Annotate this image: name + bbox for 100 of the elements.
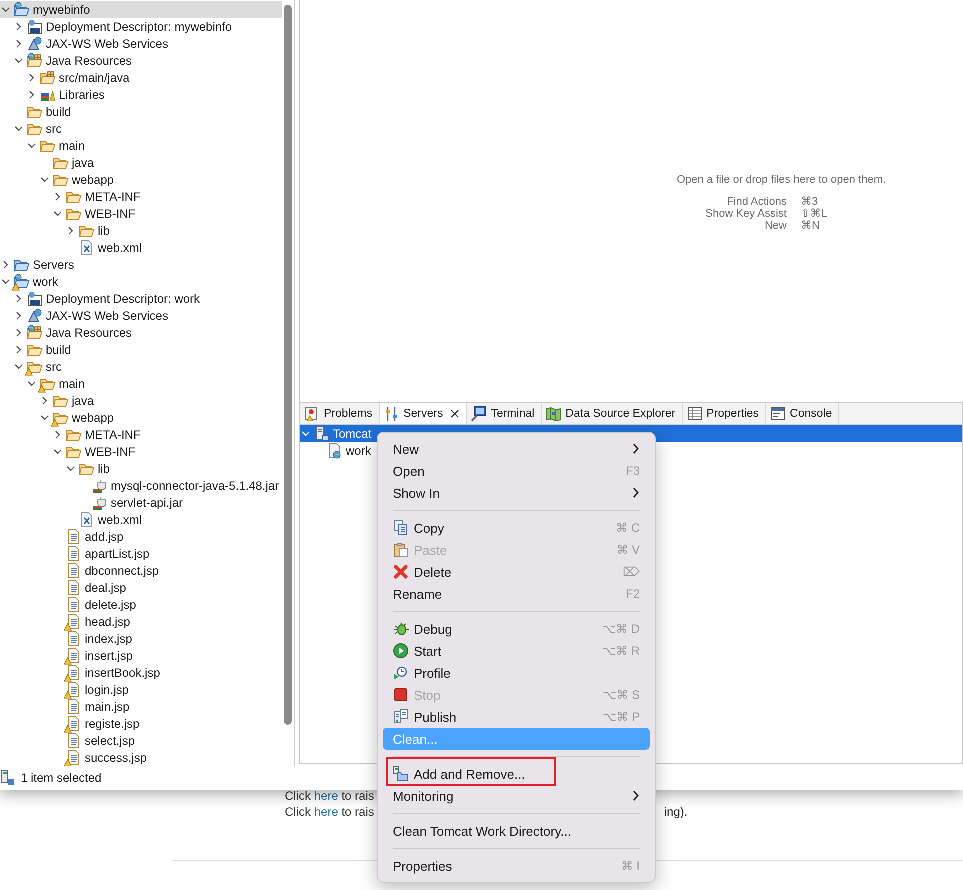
tree-item[interactable]: main: [0, 137, 282, 154]
item-label: dbconnect.jsp: [85, 564, 160, 578]
chevron-icon[interactable]: [14, 310, 24, 320]
menu-item[interactable]: New: [383, 438, 650, 460]
tree-item[interactable]: lib: [0, 460, 282, 477]
publish-icon: [393, 709, 409, 725]
tree-item[interactable]: Java Resources: [0, 324, 282, 341]
here-link[interactable]: here: [314, 789, 338, 803]
tree-item[interactable]: web.xml: [0, 239, 282, 256]
tree-item[interactable]: servlet-api.jar: [0, 494, 282, 511]
chevron-icon[interactable]: [40, 174, 50, 184]
chevron-icon[interactable]: [53, 192, 63, 202]
tree-item[interactable]: java: [0, 154, 282, 171]
chevron-icon[interactable]: [301, 428, 311, 438]
tree-item[interactable]: WEB-INF: [0, 443, 282, 460]
tree-item[interactable]: apartList.jsp: [0, 545, 282, 562]
chevron-icon[interactable]: [14, 328, 24, 338]
chevron-icon[interactable]: [14, 22, 24, 32]
tree-item[interactable]: Servers: [0, 256, 282, 273]
chevron-icon[interactable]: [27, 378, 37, 388]
menu-item[interactable]: Rename F2: [383, 583, 650, 605]
tree-item[interactable]: select.jsp: [0, 732, 282, 749]
menu-item[interactable]: Show In: [383, 482, 650, 504]
menu-item[interactable]: Properties ⌘ I: [383, 855, 650, 877]
chevron-icon[interactable]: [1, 260, 11, 270]
tree-item[interactable]: META-INF: [0, 426, 282, 443]
view-tab[interactable]: Data Source Explorer: [542, 403, 683, 424]
tree-item[interactable]: build: [0, 103, 282, 120]
tree-item[interactable]: index.jsp: [0, 630, 282, 647]
tree-item[interactable]: add.jsp: [0, 528, 282, 545]
tree-item[interactable]: JAX-WS Web Services: [0, 35, 282, 52]
tree-item[interactable]: main: [0, 375, 282, 392]
tree-item[interactable]: src: [0, 358, 282, 375]
tree-item[interactable]: registe.jsp: [0, 715, 282, 732]
menu-item[interactable]: Clean Tomcat Work Directory...: [383, 820, 650, 842]
tree-item[interactable]: mywebinfo: [0, 1, 282, 18]
tree-item[interactable]: src: [0, 120, 282, 137]
tree-item[interactable]: deal.jsp: [0, 579, 282, 596]
tree-item[interactable]: head.jsp: [0, 613, 282, 630]
chevron-icon[interactable]: [14, 294, 24, 304]
tree-item[interactable]: WEB-INF: [0, 205, 282, 222]
tree-item[interactable]: JAX-WS Web Services: [0, 307, 282, 324]
tree-item[interactable]: main.jsp: [0, 698, 282, 715]
tree-item[interactable]: delete.jsp: [0, 596, 282, 613]
chevron-icon[interactable]: [40, 396, 50, 406]
chevron-icon[interactable]: [14, 344, 24, 354]
menu-item[interactable]: Debug ⌥⌘ D: [383, 618, 650, 640]
chevron-icon[interactable]: [1, 276, 11, 286]
tree-item[interactable]: META-INF: [0, 188, 282, 205]
chevron-icon[interactable]: [14, 38, 24, 48]
tree-item[interactable]: Java Resources: [0, 52, 282, 69]
menu-item[interactable]: Add and Remove...: [383, 763, 650, 785]
close-icon[interactable]: [450, 408, 460, 418]
menu-item[interactable]: Monitoring: [383, 785, 650, 807]
tree-item[interactable]: webapp: [0, 171, 282, 188]
view-tab[interactable]: Problems: [300, 403, 380, 424]
tree-item[interactable]: Deployment Descriptor: work: [0, 290, 282, 307]
tree-item[interactable]: Libraries: [0, 86, 282, 103]
tree-item[interactable]: java: [0, 392, 282, 409]
chevron-icon[interactable]: [27, 90, 37, 100]
tree-item[interactable]: insertBook.jsp: [0, 664, 282, 681]
tree-item[interactable]: login.jsp: [0, 681, 282, 698]
bug-icon: [393, 621, 409, 637]
view-tab[interactable]: Terminal: [467, 403, 542, 424]
menu-item[interactable]: Profile: [383, 662, 650, 684]
tree-item[interactable]: web.xml: [0, 511, 282, 528]
chevron-icon[interactable]: [14, 56, 24, 66]
chevron-icon[interactable]: [27, 140, 37, 150]
menu-item[interactable]: Open F3: [383, 460, 650, 482]
tree-item[interactable]: webapp: [0, 409, 282, 426]
tree-item[interactable]: work: [0, 273, 282, 290]
tree-item[interactable]: success.jsp: [0, 749, 282, 766]
chevron-icon[interactable]: [53, 446, 63, 456]
menu-item[interactable]: Copy ⌘ C: [383, 517, 650, 539]
tree-item[interactable]: insert.jsp: [0, 647, 282, 664]
tree-item[interactable]: build: [0, 341, 282, 358]
chevron-icon[interactable]: [1, 4, 11, 14]
tree-item[interactable]: mysql-connector-java-5.1.48.jar: [0, 477, 282, 494]
chevron-icon[interactable]: [53, 430, 63, 440]
tree-item[interactable]: dbconnect.jsp: [0, 562, 282, 579]
view-tab[interactable]: Console: [766, 403, 840, 424]
chevron-icon[interactable]: [53, 208, 63, 218]
scrollbar[interactable]: [284, 5, 292, 725]
chevron-icon[interactable]: [66, 226, 76, 236]
here-link[interactable]: here: [314, 805, 338, 819]
view-tab[interactable]: Servers: [380, 403, 468, 424]
shortcut: ⌦: [623, 565, 640, 579]
view-tab[interactable]: Properties: [682, 403, 766, 424]
chevron-icon[interactable]: [14, 362, 24, 372]
tree-item[interactable]: Deployment Descriptor: mywebinfo: [0, 18, 282, 35]
tree-item[interactable]: src/main/java: [0, 69, 282, 86]
server-item[interactable]: work: [300, 442, 376, 459]
chevron-icon[interactable]: [27, 72, 37, 82]
menu-item[interactable]: Start ⌥⌘ R: [383, 640, 650, 662]
chevron-icon[interactable]: [66, 464, 76, 474]
tree-item[interactable]: lib: [0, 222, 282, 239]
chevron-icon[interactable]: [14, 124, 24, 134]
menu-item[interactable]: Delete ⌦: [383, 561, 650, 583]
menu-item[interactable]: Publish ⌥⌘ P: [383, 706, 650, 728]
chevron-icon[interactable]: [40, 412, 50, 422]
